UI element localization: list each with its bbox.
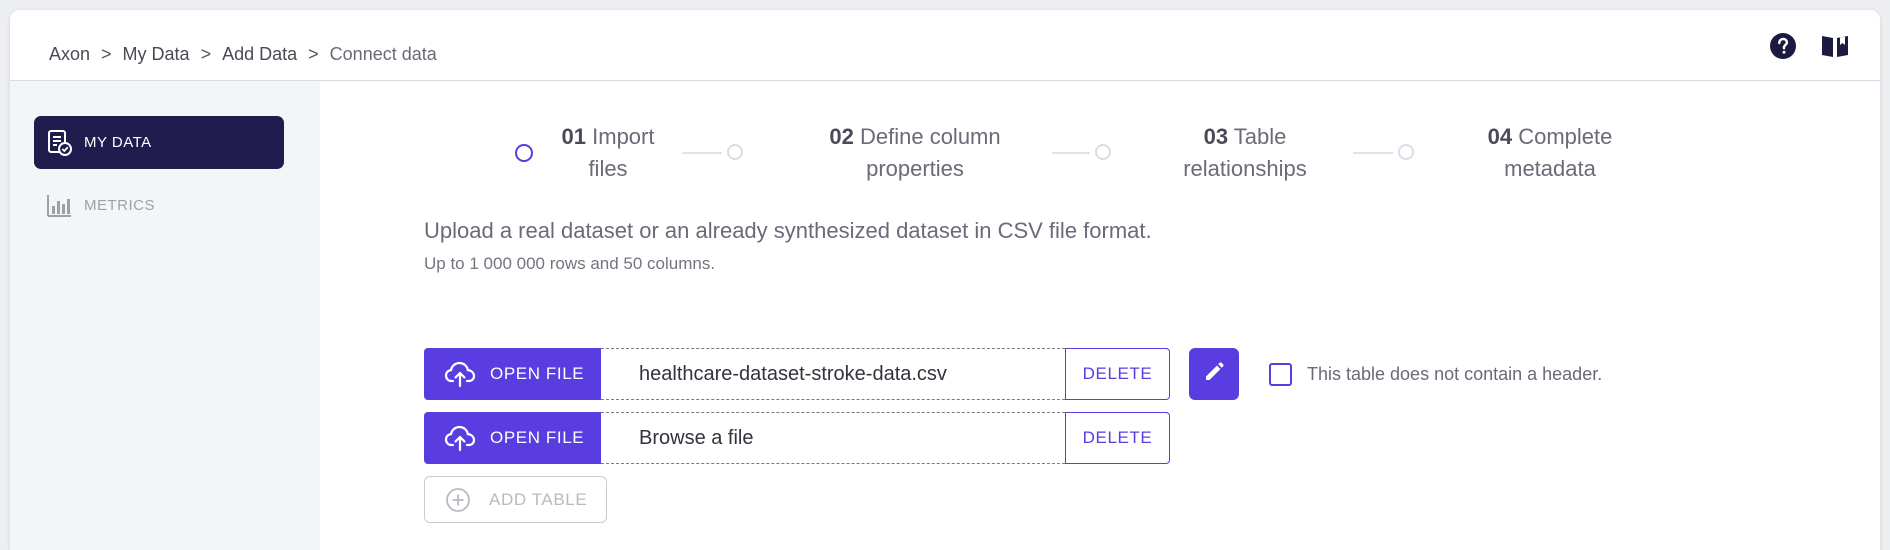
step-connector xyxy=(682,152,722,154)
step-title: Import xyxy=(592,124,655,149)
step-1-label[interactable]: 01 Import files xyxy=(543,121,673,185)
bar-chart-icon xyxy=(44,191,74,221)
help-icon[interactable] xyxy=(1768,31,1798,61)
open-file-label: OPEN FILE xyxy=(490,428,585,447)
step-title-line2: metadata xyxy=(1504,156,1596,181)
step-connector xyxy=(1353,152,1393,154)
app-window: Axon > My Data > Add Data > Connect data xyxy=(10,10,1880,550)
step-4-label[interactable]: 04 Complete metadata xyxy=(1470,121,1630,185)
step-4-indicator xyxy=(1398,144,1414,160)
step-title: Define column xyxy=(859,124,1001,149)
no-header-checkbox-label: This table does not contain a header. xyxy=(1307,364,1603,384)
delete-button[interactable]: DELETE xyxy=(1065,348,1170,400)
sidebar-item-my-data[interactable]: MY DATA xyxy=(34,116,284,169)
add-table-label: ADD TABLE xyxy=(489,489,588,509)
book-icon[interactable] xyxy=(1820,31,1850,61)
breadcrumb: Axon > My Data > Add Data > Connect data xyxy=(49,44,437,65)
open-file-label: OPEN FILE xyxy=(490,364,585,383)
sidebar-item-label: METRICS xyxy=(84,197,155,214)
file-row: OPEN FILE healthcare-dataset-stroke-data… xyxy=(424,348,1170,400)
open-file-button[interactable]: OPEN FILE xyxy=(424,412,601,464)
file-name-field[interactable]: healthcare-dataset-stroke-data.csv xyxy=(601,348,1065,400)
sidebar-item-metrics[interactable]: METRICS xyxy=(34,179,284,232)
upload-limits: Up to 1 000 000 rows and 50 columns. xyxy=(424,254,716,273)
top-header: Axon > My Data > Add Data > Connect data xyxy=(10,10,1880,81)
step-title-line2: relationships xyxy=(1183,156,1307,181)
breadcrumb-item-connect-data: Connect data xyxy=(329,44,437,64)
main-content: 01 Import files 02 Define column propert… xyxy=(320,81,1880,550)
step-number: 01 xyxy=(561,124,586,149)
sidebar-item-label: MY DATA xyxy=(84,134,152,151)
sidebar: MY DATA METRICS xyxy=(10,81,320,550)
step-title: Table xyxy=(1233,124,1287,149)
file-name-field[interactable]: Browse a file xyxy=(601,412,1065,464)
step-connector xyxy=(1052,152,1090,154)
breadcrumb-separator: > xyxy=(101,44,112,64)
step-2-indicator xyxy=(727,144,743,160)
breadcrumb-separator: > xyxy=(308,44,319,64)
cloud-upload-icon xyxy=(444,358,476,390)
plus-circle-icon xyxy=(445,487,471,513)
cloud-upload-icon xyxy=(444,422,476,454)
add-table-button[interactable]: ADD TABLE xyxy=(424,476,607,523)
no-header-checkbox[interactable] xyxy=(1269,363,1292,386)
step-2-label[interactable]: 02 Define column properties xyxy=(810,121,1020,185)
breadcrumb-separator: > xyxy=(200,44,212,64)
step-title-line2: properties xyxy=(866,156,964,181)
step-3-indicator xyxy=(1095,144,1111,160)
step-number: 03 xyxy=(1203,124,1229,149)
step-1-indicator xyxy=(515,144,533,162)
pencil-icon xyxy=(1203,361,1225,388)
breadcrumb-item-add-data[interactable]: Add Data xyxy=(222,44,297,65)
breadcrumb-item-axon[interactable]: Axon xyxy=(49,44,90,65)
step-number: 04 xyxy=(1487,124,1513,149)
step-3-label[interactable]: 03 Table relationships xyxy=(1160,121,1330,185)
header-icons xyxy=(1768,31,1850,61)
step-title: Complete xyxy=(1518,124,1613,149)
edit-button[interactable] xyxy=(1189,348,1239,400)
stepper: 01 Import files 02 Define column propert… xyxy=(320,81,1880,201)
breadcrumb-item-my-data[interactable]: My Data xyxy=(123,44,190,65)
step-number: 02 xyxy=(829,124,854,149)
open-file-button[interactable]: OPEN FILE xyxy=(424,348,601,400)
file-row: OPEN FILE Browse a file DELETE xyxy=(424,412,1170,464)
delete-button[interactable]: DELETE xyxy=(1065,412,1170,464)
step-title-line2: files xyxy=(588,156,628,181)
data-sheet-icon xyxy=(44,128,74,158)
upload-description: Upload a real dataset or an already synt… xyxy=(424,218,1152,243)
